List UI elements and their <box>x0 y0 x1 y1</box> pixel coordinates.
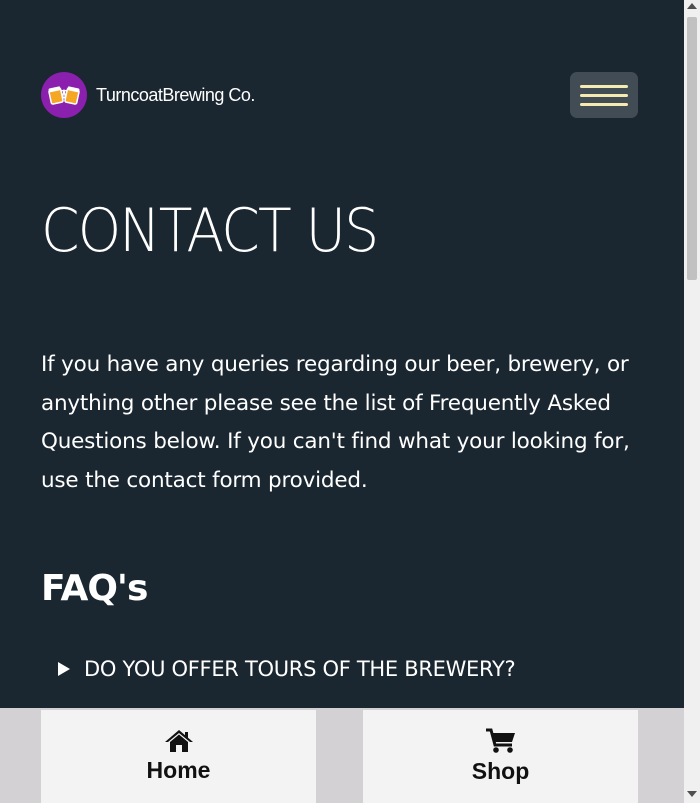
brand-name: TurncoatBrewing Co. <box>96 84 255 105</box>
shop-label: Shop <box>471 758 530 784</box>
scrollbar-thumb[interactable] <box>687 17 697 280</box>
faq-heading: FAQ's <box>41 568 148 609</box>
shopping-cart-icon <box>485 728 515 753</box>
scroll-up-arrow-icon[interactable] <box>687 3 697 9</box>
home-button[interactable]: Home <box>41 710 316 803</box>
bottom-nav: Home Shop <box>0 708 684 803</box>
intro-text: If you have any queries regarding our be… <box>41 352 630 493</box>
disclosure-triangle-icon <box>58 662 70 676</box>
faq-question: DO YOU OFFER TOURS OF THE BREWERY? <box>84 657 516 681</box>
shop-button[interactable]: Shop <box>363 710 638 803</box>
home-icon <box>164 730 193 752</box>
vertical-scrollbar[interactable] <box>684 0 700 803</box>
hamburger-line <box>580 102 628 106</box>
beer-mugs-icon <box>41 72 87 118</box>
scroll-down-arrow-icon[interactable] <box>687 791 697 797</box>
page-title: CONTACT US <box>41 196 379 266</box>
faq-item-tours[interactable]: DO YOU OFFER TOURS OF THE BREWERY? <box>58 657 516 681</box>
page: TurncoatBrewing Co. CONTACT US If you ha… <box>0 0 684 803</box>
hamburger-line <box>580 93 628 97</box>
brand-logo[interactable]: TurncoatBrewing Co. <box>41 72 255 118</box>
menu-button[interactable] <box>570 72 638 118</box>
home-label: Home <box>146 757 211 783</box>
hamburger-menu-icon <box>580 84 628 88</box>
